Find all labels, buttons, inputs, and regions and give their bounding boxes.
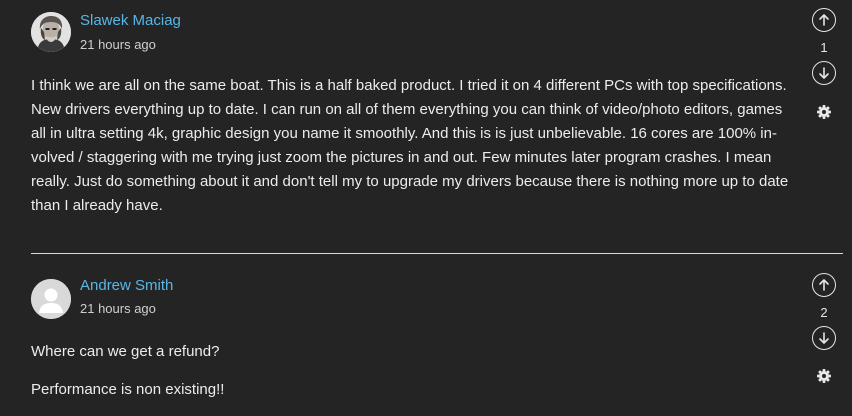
comment-timestamp: 21 hours ago	[80, 37, 156, 52]
arrow-up-icon	[819, 279, 829, 291]
comment-author-link[interactable]: Andrew Smith	[80, 277, 173, 294]
downvote-button[interactable]	[812, 326, 836, 350]
user-photo-avatar-icon	[31, 12, 71, 52]
comment-paragraph: I think we are all on the same boat. Thi…	[31, 77, 789, 214]
avatar[interactable]	[31, 12, 71, 52]
comment-1: Slawek Maciag 21 hours ago I think we ar…	[0, 0, 852, 253]
comment-author-link[interactable]: Slawek Maciag	[80, 12, 181, 29]
comment-body: Where can we get a refund? Performance i…	[31, 340, 801, 402]
default-user-avatar-icon	[31, 279, 71, 319]
comment-body: I think we are all on the same boat. Thi…	[31, 74, 801, 218]
downvote-button[interactable]	[812, 61, 836, 85]
comment-2: Andrew Smith 21 hours ago Where can we g…	[0, 254, 852, 416]
comment-options-button[interactable]	[816, 368, 832, 384]
comment-timestamp: 21 hours ago	[80, 301, 156, 316]
comment-options-button[interactable]	[816, 104, 832, 120]
vote-count: 1	[820, 40, 828, 55]
gear-icon	[817, 105, 831, 119]
avatar[interactable]	[31, 279, 71, 319]
upvote-button[interactable]	[812, 273, 836, 297]
arrow-up-icon	[819, 14, 829, 26]
upvote-button[interactable]	[812, 8, 836, 32]
comment-paragraph: Performance is non existing!!	[31, 381, 225, 398]
arrow-down-icon	[819, 332, 829, 344]
arrow-down-icon	[819, 67, 829, 79]
vote-count: 2	[820, 305, 828, 320]
gear-icon	[817, 369, 831, 383]
comment-paragraph: Where can we get a refund?	[31, 343, 220, 360]
